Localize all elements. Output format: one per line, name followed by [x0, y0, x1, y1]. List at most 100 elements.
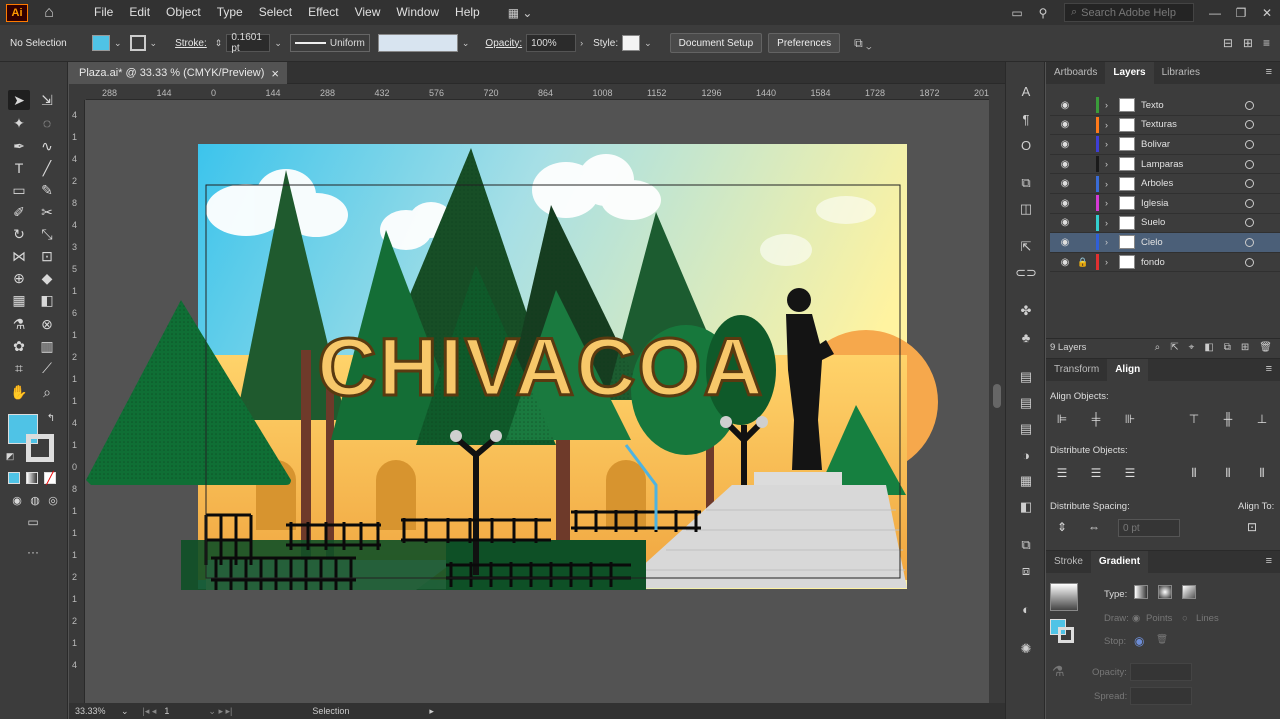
delete-stop-icon[interactable]: 🗑	[1156, 634, 1168, 645]
new-sublayer-icon[interactable]: ⧉	[1224, 342, 1231, 353]
canvas[interactable]: CHIVACOA	[86, 100, 989, 703]
gradient-preview[interactable]	[1050, 583, 1078, 611]
next-artboard-icon[interactable]: ⌄ ▸ ▸|	[208, 706, 232, 717]
align-panel-menu-icon[interactable]: ≡	[1266, 363, 1272, 375]
tab-transform[interactable]: Transform	[1046, 359, 1107, 381]
freeform-gradient-icon[interactable]	[1182, 585, 1196, 599]
scissors-tool-icon[interactable]: ✂	[36, 202, 58, 222]
navigator-panel-icon[interactable]: ✺	[1016, 640, 1036, 658]
layer-target-icon[interactable]	[1245, 139, 1254, 149]
ruler-origin[interactable]	[69, 84, 86, 100]
lock-icon[interactable]: 🔒	[1076, 257, 1090, 268]
clipping-mask-icon[interactable]: ◧	[1204, 342, 1213, 353]
stroke-weight-field[interactable]: 0.1601 pt	[226, 32, 271, 54]
layer-row[interactable]: ◉ › Iglesia	[1050, 194, 1280, 214]
slice-tool-icon[interactable]: ⟋	[36, 358, 58, 378]
pen-tool-icon[interactable]: ✒	[8, 136, 30, 156]
color-mode-icon[interactable]	[8, 472, 20, 484]
scale-tool-icon[interactable]: ⤡	[36, 224, 58, 244]
menu-edit[interactable]: Edit	[121, 0, 158, 25]
layer-row[interactable]: ◉ › Suelo	[1050, 214, 1280, 234]
layer-row[interactable]: ◉ › Texto	[1050, 96, 1280, 116]
distribute-hcenter-icon[interactable]: ⫴	[1220, 465, 1236, 481]
opacity-arrow-icon[interactable]: ›	[580, 38, 583, 48]
stroke-dropdown-icon[interactable]: ⌄	[150, 38, 158, 49]
layers-panel-menu-icon[interactable]: ≡	[1266, 66, 1272, 78]
stroke-weight-dropdown-icon[interactable]: ⌄	[274, 38, 282, 49]
layer-target-icon[interactable]	[1245, 218, 1254, 228]
brush-definition[interactable]	[377, 34, 458, 52]
free-transform-tool-icon[interactable]: ⊡	[36, 246, 58, 266]
type-tool-icon[interactable]: T	[8, 158, 30, 178]
layer-target-icon[interactable]	[1245, 257, 1254, 267]
brushes-panel-icon[interactable]: ✤	[1016, 302, 1036, 320]
gradient-tool-icon[interactable]: ◧	[36, 290, 58, 310]
image-trace-panel-icon[interactable]: ⧈	[1016, 562, 1036, 580]
artboards-panel-icon[interactable]: ▤	[1016, 420, 1036, 438]
home-icon[interactable]: ⌂	[40, 4, 58, 21]
variable-width-profile[interactable]: Uniform	[289, 34, 370, 52]
artboard-tool-icon[interactable]: ⌗	[8, 358, 30, 378]
menu-effect[interactable]: Effect	[300, 0, 346, 25]
brush-dropdown-icon[interactable]: ⌄	[462, 38, 470, 49]
tab-align[interactable]: Align	[1107, 359, 1149, 381]
menu-object[interactable]: Object	[158, 0, 209, 25]
layer-target-icon[interactable]	[1245, 179, 1254, 189]
visibility-eye-icon[interactable]: ◉	[1058, 217, 1072, 228]
width-tool-icon[interactable]: ⋈	[8, 246, 30, 266]
transparency-panel-icon[interactable]: ◧	[1016, 498, 1036, 516]
character-panel-icon[interactable]: A	[1016, 82, 1036, 100]
menu-select[interactable]: Select	[251, 0, 300, 25]
layer-target-icon[interactable]	[1245, 120, 1254, 130]
default-colors-icon[interactable]: ◩	[4, 446, 16, 466]
glyphs-panel-icon[interactable]: ⧉	[1016, 174, 1036, 192]
paintbrush-tool-icon[interactable]: ✎	[36, 180, 58, 200]
blend-tool-icon[interactable]: ⊗	[36, 314, 58, 334]
menu-file[interactable]: File	[86, 0, 121, 25]
stop-color-icon[interactable]: ◉	[1134, 634, 1144, 648]
magic-wand-tool-icon[interactable]: ✦	[8, 113, 30, 133]
gradient-eyedropper-icon[interactable]: ⚗	[1052, 663, 1065, 680]
layer-row[interactable]: ◉ › Cielo	[1050, 233, 1280, 253]
layer-target-icon[interactable]	[1245, 237, 1254, 247]
vertical-ruler[interactable]: 4 1 4 2 8 4 3 5 1 6 1 2 1 1 4 1 0 8 1 1 1 2 1 2 1 4	[69, 100, 85, 703]
align-bottom-edge-icon[interactable]: ⊥	[1254, 411, 1270, 427]
align-horizontal-center-icon[interactable]: ╪	[1088, 411, 1104, 427]
first-artboard-icon[interactable]: |◂ ◂	[143, 706, 157, 717]
align-vertical-center-icon[interactable]: ╫	[1220, 411, 1236, 427]
close-tab-icon[interactable]: ×	[271, 66, 279, 81]
expand-chevron-icon[interactable]: ›	[1105, 179, 1113, 189]
properties-panel-icon[interactable]: ▤	[1016, 368, 1036, 386]
symbol-sprayer-tool-icon[interactable]: ✿	[8, 336, 30, 356]
align-right-edge-icon[interactable]: ⊪	[1122, 411, 1138, 427]
tab-gradient[interactable]: Gradient	[1090, 551, 1149, 573]
visibility-eye-icon[interactable]: ◉	[1058, 119, 1072, 130]
layer-target-icon[interactable]	[1245, 159, 1254, 169]
document-setup-button[interactable]: Document Setup	[669, 33, 763, 53]
opacity-label[interactable]: Opacity:	[485, 38, 522, 49]
layer-target-icon[interactable]	[1245, 198, 1254, 208]
lasso-tool-icon[interactable]: ◌	[36, 113, 58, 133]
menu-type[interactable]: Type	[209, 0, 251, 25]
gradient-stroke-box[interactable]	[1058, 627, 1074, 643]
paragraph-panel-icon[interactable]: ¶	[1016, 110, 1036, 128]
tab-artboards[interactable]: Artboards	[1046, 62, 1105, 84]
appearance-panel-icon[interactable]: ◐	[1016, 600, 1036, 618]
minimize-icon[interactable]: —	[1202, 6, 1228, 20]
transform-icon[interactable]: ⊞	[1243, 36, 1253, 50]
style-swatch[interactable]	[622, 35, 641, 51]
direct-selection-tool-icon[interactable]: ⇲	[36, 90, 58, 110]
restore-icon[interactable]: ❐	[1228, 6, 1254, 20]
none-mode-icon[interactable]: ╱	[44, 472, 56, 484]
radial-gradient-icon[interactable]	[1158, 585, 1172, 599]
libraries-panel-icon[interactable]: ▤	[1016, 394, 1036, 412]
layer-target-icon[interactable]	[1245, 100, 1254, 110]
vertical-scrollbar[interactable]	[989, 84, 1005, 703]
visibility-eye-icon[interactable]: ◉	[1058, 139, 1072, 150]
zoom-tool-icon[interactable]: ⌕	[36, 382, 58, 402]
new-layer-icon[interactable]: ⊞	[1241, 342, 1249, 353]
menu-view[interactable]: View	[347, 0, 389, 25]
stroke-label[interactable]: Stroke:	[175, 38, 207, 49]
expand-chevron-icon[interactable]: ›	[1105, 159, 1113, 169]
live-paint-tool-icon[interactable]: ◆	[36, 268, 58, 288]
